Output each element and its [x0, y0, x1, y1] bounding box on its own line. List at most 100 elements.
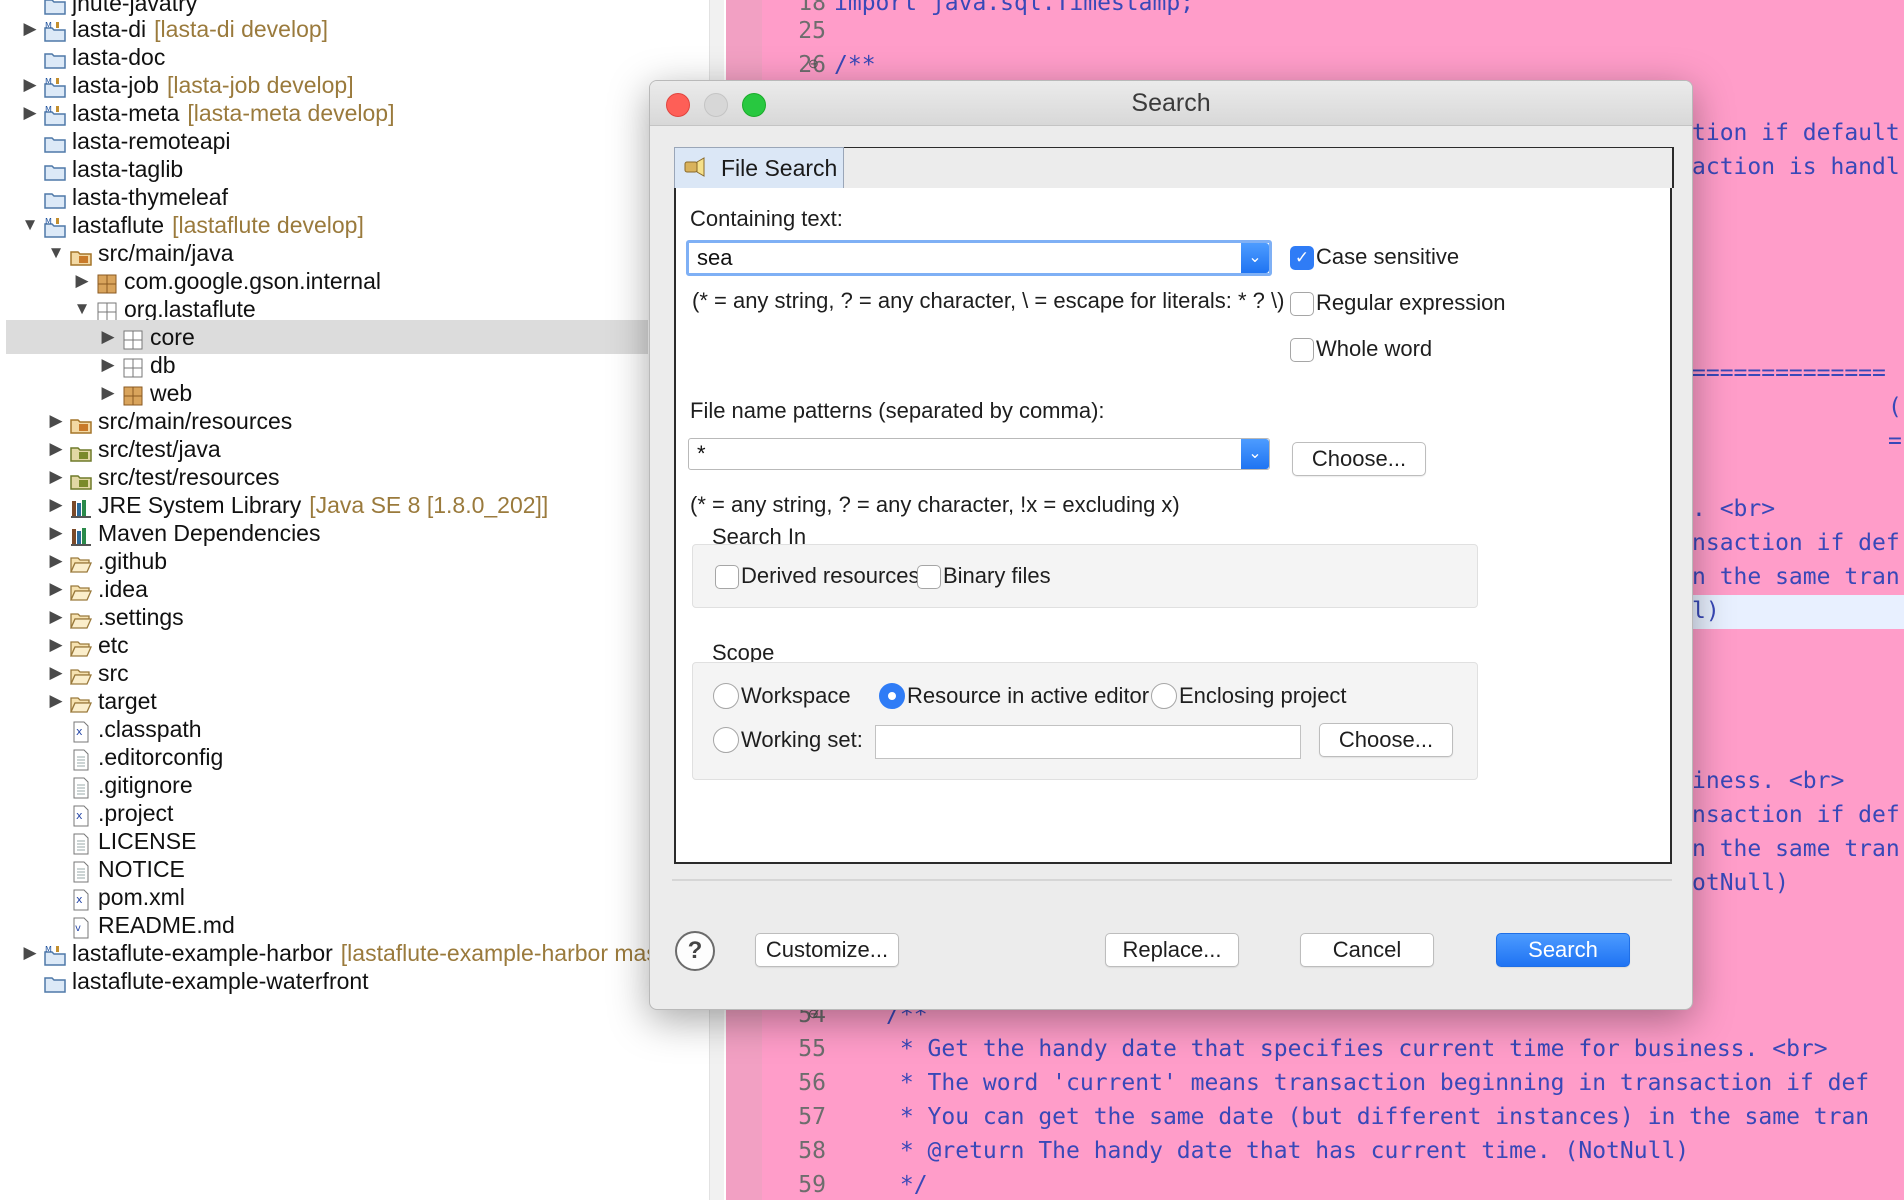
- tab-strip: [842, 147, 1674, 188]
- tab-file-search[interactable]: File Search: [674, 147, 844, 188]
- folder-icon: [44, 158, 66, 181]
- source-folder-icon: [70, 242, 92, 266]
- code-line: import java.sql.Timestamp;: [834, 0, 1195, 16]
- line-number: 56: [798, 1070, 826, 1096]
- tree-item-label: lastaflute-example-waterfront: [72, 964, 369, 998]
- test-source-folder-icon: [70, 466, 92, 490]
- open-folder-icon: [69, 578, 93, 601]
- text-file-icon: [70, 746, 92, 771]
- derived-resources-checkbox[interactable]: [715, 565, 739, 589]
- replace-button[interactable]: Replace...: [1105, 933, 1239, 967]
- tree-item-name: lasta-thymeleaf: [72, 184, 228, 210]
- tree-item-name: JRE System Library: [98, 492, 302, 518]
- open-folder-icon: [69, 550, 93, 573]
- case-sensitive-checkbox[interactable]: ✓: [1290, 246, 1314, 270]
- tree-item-name: NOTICE: [98, 856, 185, 882]
- code-line: nsaction if def: [1692, 802, 1900, 828]
- working-set-radio[interactable]: [713, 727, 739, 753]
- git-branch-tag: [lasta-job develop]: [166, 72, 354, 98]
- tree-item-name: src: [98, 660, 129, 686]
- resource-active-editor-radio[interactable]: [879, 683, 905, 709]
- text-file-icon: [70, 858, 92, 883]
- tree-item-name: README.md: [98, 912, 235, 938]
- binary-files-checkbox[interactable]: [917, 565, 941, 589]
- workspace-label: Workspace: [741, 683, 851, 708]
- search-in-group: Derived resources Binary files: [692, 544, 1478, 608]
- search-dialog: Search File Search Containing text: sea …: [649, 80, 1693, 1010]
- code-line: * The word 'current' means transaction b…: [886, 1070, 1870, 1096]
- svg-text:x: x: [76, 809, 83, 822]
- svg-text:M: M: [45, 105, 52, 114]
- package-icon: [122, 382, 144, 406]
- folder-icon: [44, 970, 66, 993]
- code-line: /**: [834, 52, 876, 78]
- folder-icon: [44, 46, 66, 69]
- tree-item-name: lastaflute: [72, 212, 165, 238]
- whole-word-checkbox[interactable]: [1290, 338, 1314, 362]
- file-name-patterns-combo[interactable]: * ⌄: [688, 438, 1270, 470]
- library-icon: [70, 522, 92, 546]
- test-source-folder-icon: [70, 438, 92, 462]
- package-icon: [96, 270, 118, 294]
- package-explorer: jnute-javatry ▶ Mlasta-di [lasta-di develop…: [0, 0, 724, 1200]
- library-icon: [70, 494, 92, 518]
- choose-patterns-button[interactable]: Choose...: [1292, 442, 1426, 476]
- file-name-patterns-label: File name patterns (separated by comma):: [690, 398, 1105, 423]
- maven-project-icon: M: [44, 102, 66, 126]
- tree-item[interactable]: lastaflute-example-waterfront: [6, 964, 706, 998]
- tree-item-name: src/main/resources: [98, 408, 293, 434]
- help-icon[interactable]: ?: [675, 931, 715, 971]
- customize-button[interactable]: Customize...: [755, 933, 899, 967]
- git-branch-tag: [lasta-meta develop]: [187, 100, 395, 126]
- tree-item-name: LICENSE: [98, 828, 197, 854]
- tree-item-name: .idea: [98, 576, 148, 602]
- tree-item-name: .editorconfig: [98, 744, 224, 770]
- tree-item-name: org.lastaflute: [124, 296, 256, 322]
- dialog-titlebar[interactable]: Search: [650, 81, 1692, 126]
- text-file-icon: [70, 774, 92, 799]
- code-line: nsaction if def: [1692, 530, 1900, 556]
- tree-item-name: target: [98, 688, 157, 714]
- containing-text-combo[interactable]: sea ⌄: [686, 240, 1272, 276]
- working-set-field[interactable]: [875, 725, 1301, 759]
- fold-minus-icon[interactable]: ⊖: [808, 56, 819, 72]
- tree-item-name: .classpath: [98, 716, 202, 742]
- file-name-patterns-hint: (* = any string, ? = any character, !x =…: [690, 492, 1180, 517]
- workspace-radio[interactable]: [713, 683, 739, 709]
- code-line: * You can get the same date (but differe…: [886, 1104, 1870, 1130]
- line-number: 25: [798, 18, 826, 44]
- svg-text:x: x: [76, 725, 83, 738]
- working-set-label: Working set:: [741, 727, 863, 752]
- choose-working-set-button[interactable]: Choose...: [1319, 723, 1453, 757]
- regular-expression-checkbox[interactable]: [1290, 292, 1314, 316]
- code-line: n the same tran: [1692, 836, 1900, 862]
- maven-project-icon: M: [44, 18, 66, 42]
- svg-text:M: M: [45, 21, 52, 30]
- cancel-button[interactable]: Cancel: [1300, 933, 1434, 967]
- code-line: n the same tran: [1692, 564, 1900, 590]
- tree-item-name: lasta-job: [72, 72, 159, 98]
- chevron-down-icon[interactable]: ⌄: [1241, 439, 1269, 469]
- file-search-panel: Containing text: sea ⌄ (* = any string, …: [674, 188, 1672, 864]
- maven-project-icon: M: [44, 74, 66, 98]
- folder-icon: [44, 186, 66, 209]
- code-line: action is handl: [1692, 154, 1900, 180]
- svg-text:x: x: [76, 893, 83, 906]
- tree-item-name: .project: [98, 800, 174, 826]
- enclosing-project-radio[interactable]: [1151, 683, 1177, 709]
- git-branch-tag: [lastaflute develop]: [172, 212, 364, 238]
- file-name-patterns-value: *: [697, 441, 706, 466]
- chevron-down-icon[interactable]: ⌄: [1241, 243, 1269, 273]
- git-branch-tag: [lasta-di develop]: [154, 16, 329, 42]
- tree-item-name: lastaflute-example-waterfront: [72, 968, 369, 994]
- tree-item-name: com.google.gson.internal: [124, 268, 381, 294]
- dialog-title: Search: [1131, 89, 1211, 117]
- tree-item-name: Maven Dependencies: [98, 520, 321, 546]
- empty-package-icon: [122, 354, 144, 378]
- git-branch-tag: [lastaflute-example-harbor master: [340, 940, 685, 966]
- code-line: */: [886, 1172, 928, 1198]
- text-file-icon: [70, 830, 92, 855]
- search-button[interactable]: Search: [1496, 933, 1630, 967]
- code-line: * Get the handy date that specifies curr…: [886, 1036, 1828, 1062]
- line-number: 58: [798, 1138, 826, 1164]
